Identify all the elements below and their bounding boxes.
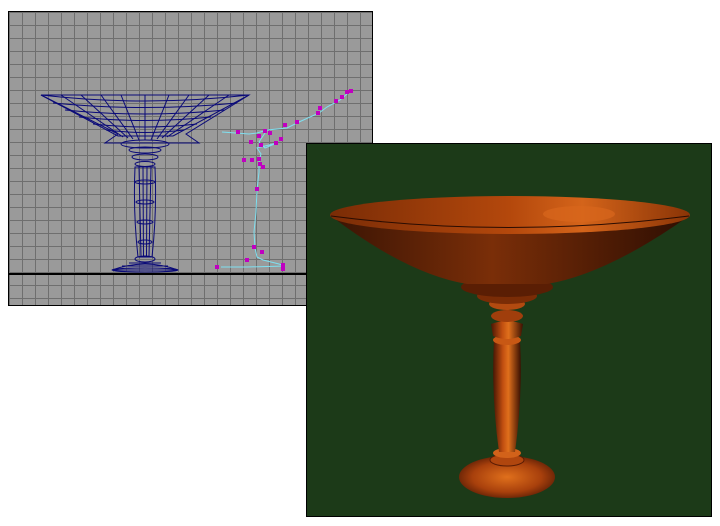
rendered-goblet[interactable] [330,196,690,498]
control-vertex[interactable] [257,134,261,138]
control-vertex[interactable] [260,250,264,254]
render-canvas [330,196,690,498]
control-vertex[interactable] [255,187,259,191]
control-vertex[interactable] [274,141,278,145]
control-vertex[interactable] [334,99,338,103]
control-vertex[interactable] [242,158,246,162]
control-vertex[interactable] [268,131,272,135]
goblet-wireframe[interactable] [40,94,251,273]
control-vertex[interactable] [245,258,249,262]
render-viewport[interactable] [306,143,712,517]
goblet-stem [493,340,521,452]
control-vertex[interactable] [340,95,344,99]
control-vertex[interactable] [249,140,253,144]
control-vertex[interactable] [281,267,285,271]
control-vertex[interactable] [283,123,287,127]
control-vertex[interactable] [279,137,283,141]
control-vertex[interactable] [316,111,320,115]
control-vertex[interactable] [215,265,219,269]
goblet-rim [330,196,690,234]
control-vertex[interactable] [263,129,267,133]
control-vertex[interactable] [236,130,240,134]
control-vertex[interactable] [261,165,265,169]
control-vertex[interactable] [250,158,254,162]
control-vertex[interactable] [295,120,299,124]
control-vertex[interactable] [349,89,353,93]
control-vertex[interactable] [257,157,261,161]
control-vertex[interactable] [259,143,263,147]
control-vertex[interactable] [318,106,322,110]
control-vertex[interactable] [252,245,256,249]
control-vertex[interactable] [345,90,349,94]
control-vertex[interactable] [281,263,285,267]
